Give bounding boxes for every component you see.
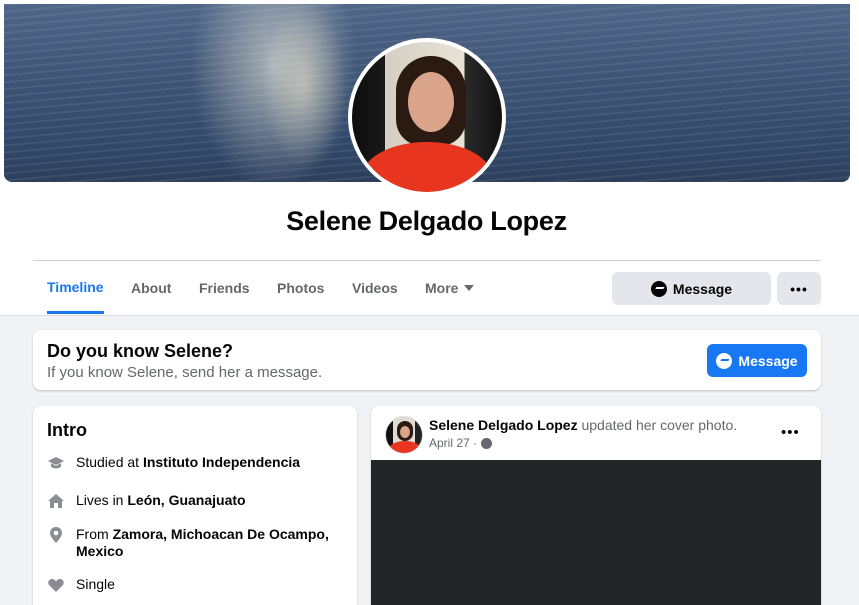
tab-videos[interactable]: Videos (352, 262, 398, 314)
intro-item-value[interactable]: León, Guanajuato (127, 492, 245, 508)
intro-item-from: From Zamora, Michoacan De Ocampo, Mexico (47, 526, 337, 560)
post-action-text: updated her cover photo. (577, 417, 738, 433)
heart-icon (47, 576, 65, 594)
intro-item-prefix: From (76, 526, 113, 542)
location-pin-icon (47, 526, 65, 544)
profile-picture-image (352, 42, 502, 192)
tab-more-label: More (425, 280, 459, 296)
intro-item-prefix: Studied at (76, 454, 143, 470)
graduation-cap-icon (47, 454, 65, 472)
profile-name: Selene Delgado Lopez (286, 206, 567, 236)
more-options-icon: ••• (790, 280, 808, 297)
intro-item-prefix: Lives in (76, 492, 128, 508)
intro-item-education: Studied at Instituto Independencia (47, 454, 337, 472)
intro-item-value[interactable]: Zamora, Michoacan De Ocampo, Mexico (76, 526, 329, 559)
intro-title: Intro (47, 420, 87, 440)
tab-about[interactable]: About (131, 262, 171, 314)
post-meta: April 27 · (429, 436, 493, 450)
know-card-message-button[interactable]: Message (707, 344, 807, 377)
tab-timeline[interactable]: Timeline (47, 262, 104, 314)
caret-down-icon (464, 285, 475, 291)
more-options-button[interactable]: ••• (777, 272, 821, 305)
post-author-name[interactable]: Selene Delgado Lopez (429, 417, 578, 433)
tab-more[interactable]: More (425, 262, 475, 314)
post-media[interactable] (371, 460, 821, 605)
message-button[interactable]: Message (612, 272, 771, 305)
intro-item-value[interactable]: Instituto Independencia (143, 454, 300, 470)
header-divider (33, 260, 821, 261)
post-options-button[interactable]: ••• (781, 424, 800, 441)
know-card-button-label: Message (738, 352, 798, 369)
post-date[interactable]: April 27 · (429, 436, 477, 450)
post-card: Selene Delgado Lopez updated her cover p… (371, 406, 821, 605)
post-header: Selene Delgado Lopez updated her cover p… (429, 417, 737, 433)
tab-photos[interactable]: Photos (277, 262, 324, 314)
intro-item-relationship: Single (47, 576, 337, 594)
home-icon (47, 492, 65, 510)
profile-picture[interactable] (348, 38, 506, 196)
globe-icon (481, 437, 493, 449)
know-card: Do you know Selene? If you know Selene, … (33, 330, 821, 390)
know-card-subtitle: If you know Selene, send her a message. (47, 364, 323, 381)
intro-item-lives: Lives in León, Guanajuato (47, 492, 337, 510)
intro-item-value: Single (76, 576, 115, 592)
intro-card: Intro Studied at Instituto Independencia… (33, 406, 357, 605)
messenger-icon (650, 280, 667, 297)
tab-friends[interactable]: Friends (199, 262, 250, 314)
know-card-title: Do you know Selene? (47, 341, 234, 361)
messenger-icon (716, 352, 733, 369)
post-author-avatar[interactable] (385, 416, 423, 454)
message-button-label: Message (672, 280, 733, 297)
profile-header: Selene Delgado Lopez Timeline About Frie… (0, 0, 859, 316)
